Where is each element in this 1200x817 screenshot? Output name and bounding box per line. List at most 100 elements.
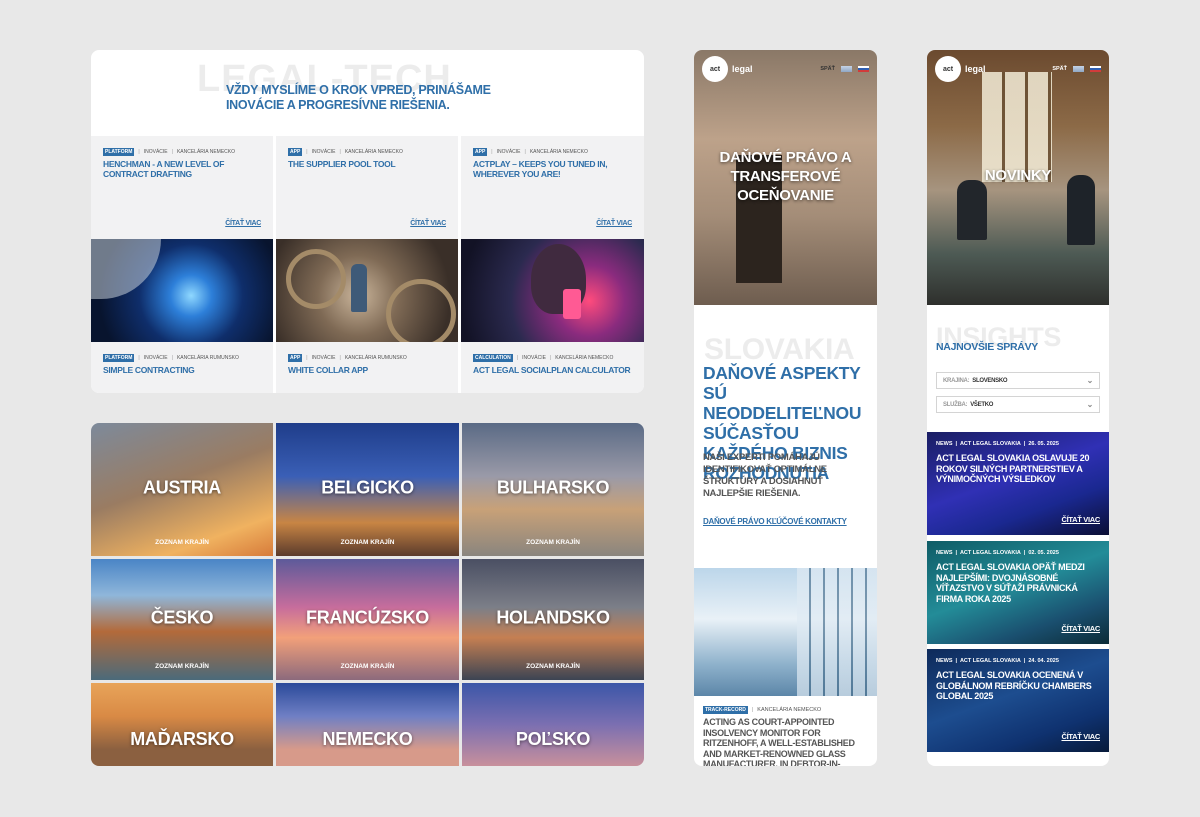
news-card[interactable]: NEWS | ACT LEGAL SLOVAKIA | 02. 05. 2025… — [927, 541, 1109, 644]
category-tag[interactable]: PLATFORM — [103, 354, 135, 362]
news-title[interactable]: ACT LEGAL SLOVAKIA OCENENÁ V GLOBÁLNOM R… — [936, 670, 1101, 702]
category-tag[interactable]: PLATFORM — [103, 148, 135, 156]
card-title[interactable]: ACT LEGAL SOCIALPLAN CALCULATOR — [461, 362, 644, 376]
news-heading: NAJNOVŠIE SPRÁVY — [936, 341, 1038, 353]
read-more-link[interactable]: ČÍTAŤ VIAC — [596, 220, 632, 227]
country-tile-madarsko[interactable]: MAĎARSKO — [91, 683, 273, 766]
chevron-down-icon: ⌄ — [1086, 376, 1094, 385]
country-name: AUSTRIA — [143, 476, 221, 497]
card-title[interactable]: HENCHMAN - A NEW LEVEL OF CONTRACT DRAFT… — [91, 156, 273, 179]
office-label[interactable]: KANCELÁRIA RUMUNSKO — [345, 355, 407, 361]
office-label[interactable]: KANCELÁRIA NEMECKO — [345, 149, 403, 155]
act-logo[interactable]: act — [702, 56, 728, 82]
news-date: 02. 05. 2025 — [1028, 550, 1059, 556]
flag-sk-icon[interactable] — [1090, 66, 1101, 72]
news-card[interactable]: NEWS | ACT LEGAL SLOVAKIA | 24. 04. 2025… — [927, 649, 1109, 752]
country-list-link[interactable]: ZOZNAM KRAJÍN — [462, 663, 644, 670]
gears-figure-image[interactable] — [276, 239, 458, 342]
country-tile-francuzsko[interactable]: FRANCÚZSKO ZOZNAM KRAJÍN — [276, 559, 459, 680]
country-tile-cesko[interactable]: ČESKO ZOZNAM KRAJÍN — [91, 559, 273, 680]
category-tag[interactable]: TRACK-RECORD — [703, 706, 748, 714]
news-source: ACT LEGAL SLOVAKIA — [959, 441, 1021, 447]
tax-contacts-link[interactable]: DAŇOVÉ PRÁVO KĽÚČOVÉ KONTAKTY — [703, 517, 847, 526]
tax-body: NAŠI EXPERTI POMÁHAJÚ IDENTIFIKOVAŤ OPTI… — [703, 452, 827, 499]
news-title[interactable]: ACT LEGAL SLOVAKIA OSLAVUJE 20 ROKOV SIL… — [936, 453, 1101, 485]
country-filter-select[interactable]: KRAJINA: SLOVENSKO ⌄ — [936, 372, 1100, 389]
read-more-link[interactable]: ČÍTAŤ VIAC — [225, 220, 261, 227]
country-tile-nemecko[interactable]: NEMECKO — [276, 683, 459, 766]
tax-hero-image: act legal SPÄŤ DAŇOVÉ PRÁVO A TRANSFEROV… — [694, 50, 877, 305]
news-title[interactable]: ACT LEGAL SLOVAKIA OPÄŤ MEDZI NAJLEPŠÍMI… — [936, 562, 1101, 604]
read-more-link[interactable]: ČÍTAŤ VIAC — [1061, 624, 1100, 633]
tech-card[interactable]: PLATFORM | INOVÁCIE | KANCELÁRIA RUMUNSKO SI… — [91, 342, 273, 393]
read-more-link[interactable]: ČÍTAŤ VIAC — [410, 220, 446, 227]
read-more-link[interactable]: ČÍTAŤ VIAC — [1061, 515, 1100, 524]
office-label[interactable]: KANCELÁRIA RUMUNSKO — [177, 355, 239, 361]
tag-label[interactable]: INOVÁCIE — [312, 355, 336, 361]
country-name: FRANCÚZSKO — [306, 606, 429, 627]
mobile-news-page: act legal SPÄŤ NOVINKY INSIGHTS NAJNOVŠI… — [927, 50, 1109, 766]
country-tile-bulharsko[interactable]: BULHARSKO ZOZNAM KRAJÍN — [462, 423, 644, 556]
tech-card[interactable]: APP | INOVÁCIE | KANCELÁRIA NEMECKO THE SUPP… — [276, 136, 458, 239]
office-label[interactable]: KANCELÁRIA NEMECKO — [530, 149, 588, 155]
tech-card[interactable]: CALCULATION | INOVÁCIE | KANCELÁRIA NEMECKO … — [461, 342, 644, 393]
phone-user-image[interactable] — [461, 239, 644, 342]
back-link[interactable]: SPÄŤ — [820, 66, 835, 72]
office-image[interactable] — [694, 568, 877, 696]
card-title[interactable]: ACTING AS COURT-APPOINTED INSOLVENCY MON… — [703, 717, 871, 766]
country-list-link[interactable]: ZOZNAM KRAJÍN — [276, 539, 459, 546]
card-title[interactable]: ACTPLAY – KEEPS YOU TUNED IN, WHEREVER Y… — [461, 156, 644, 179]
tag-label[interactable]: INOVÁCIE — [522, 355, 546, 361]
category-tag[interactable]: APP — [288, 354, 303, 362]
flag-en-icon[interactable] — [841, 66, 852, 72]
country-name: MAĎARSKO — [130, 728, 234, 749]
flag-en-icon[interactable] — [1073, 66, 1084, 72]
category-tag[interactable]: CALCULATION — [473, 354, 513, 362]
logo-suffix: legal — [965, 64, 986, 74]
country-tile-holandsko[interactable]: HOLANDSKO ZOZNAM KRAJÍN — [462, 559, 644, 680]
country-list-link[interactable]: ZOZNAM KRAJÍN — [91, 663, 273, 670]
news-type: NEWS — [936, 550, 953, 556]
news-type: NEWS — [936, 658, 953, 664]
tag-label[interactable]: INOVÁCIE — [312, 149, 336, 155]
legal-tech-grid: PLATFORM | INOVÁCIE | KANCELÁRIA NEMECKO HEN… — [91, 136, 644, 393]
card-title[interactable]: SIMPLE CONTRACTING — [91, 362, 273, 376]
office-label[interactable]: KANCELÁRIA NEMECKO — [757, 707, 821, 713]
country-list-link[interactable]: ZOZNAM KRAJÍN — [91, 539, 273, 546]
tech-card[interactable]: PLATFORM | INOVÁCIE | KANCELÁRIA NEMECKO HEN… — [91, 136, 273, 239]
service-filter-select[interactable]: SLUŽBA: VŠETKO ⌄ — [936, 396, 1100, 413]
mobile-header: act legal SPÄŤ — [927, 50, 1109, 88]
country-tile-belgicko[interactable]: BELGICKO ZOZNAM KRAJÍN — [276, 423, 459, 556]
country-tile-polsko[interactable]: POĽSKO — [462, 683, 644, 766]
countries-grid: AUSTRIA ZOZNAM KRAJÍN BELGICKO ZOZNAM KR… — [91, 423, 644, 766]
card-title[interactable]: WHITE COLLAR APP — [276, 362, 458, 376]
news-date: 24. 04. 2025 — [1028, 658, 1059, 664]
window-shape — [982, 72, 1052, 182]
card-title[interactable]: THE SUPPLIER POOL TOOL — [276, 156, 458, 170]
news-type: NEWS — [936, 441, 953, 447]
category-tag[interactable]: APP — [473, 148, 488, 156]
office-label[interactable]: KANCELÁRIA NEMECKO — [555, 355, 613, 361]
legal-tech-panel: LEGAL-TECH VŽDY MYSLÍME O KROK VPRED, PR… — [91, 50, 644, 393]
read-more-link[interactable]: ČÍTAŤ VIAC — [1061, 732, 1100, 741]
pen-hologram-image[interactable] — [91, 239, 273, 342]
flag-sk-icon[interactable] — [858, 66, 869, 72]
tax-hero-title: DAŇOVÉ PRÁVO A TRANSFEROVÉ OCEŇOVANIE — [719, 149, 852, 204]
act-logo[interactable]: act — [935, 56, 961, 82]
country-list-link[interactable]: ZOZNAM KRAJÍN — [462, 539, 644, 546]
news-card[interactable]: NEWS | ACT LEGAL SLOVAKIA | 26. 05. 2025… — [927, 432, 1109, 535]
country-list-link[interactable]: ZOZNAM KRAJÍN — [276, 663, 459, 670]
tag-label[interactable]: INOVÁCIE — [497, 149, 521, 155]
country-tile-austria[interactable]: AUSTRIA ZOZNAM KRAJÍN — [91, 423, 273, 556]
tag-label[interactable]: INOVÁCIE — [144, 149, 168, 155]
office-label[interactable]: KANCELÁRIA NEMECKO — [177, 149, 235, 155]
tag-row: TRACK-RECORD | KANCELÁRIA NEMECKO — [703, 706, 822, 714]
tech-card[interactable]: APP | INOVÁCIE | KANCELÁRIA RUMUNSKO WHITE C… — [276, 342, 458, 393]
tag-label[interactable]: INOVÁCIE — [144, 355, 168, 361]
mobile-tax-page: act legal SPÄŤ DAŇOVÉ PRÁVO A TRANSFEROV… — [694, 50, 877, 766]
country-name: POĽSKO — [515, 728, 591, 749]
back-link[interactable]: SPÄŤ — [1052, 66, 1067, 72]
tech-card[interactable]: APP | INOVÁCIE | KANCELÁRIA NEMECKO ACTPLAY … — [461, 136, 644, 239]
country-name: BULHARSKO — [496, 476, 610, 497]
category-tag[interactable]: APP — [288, 148, 303, 156]
